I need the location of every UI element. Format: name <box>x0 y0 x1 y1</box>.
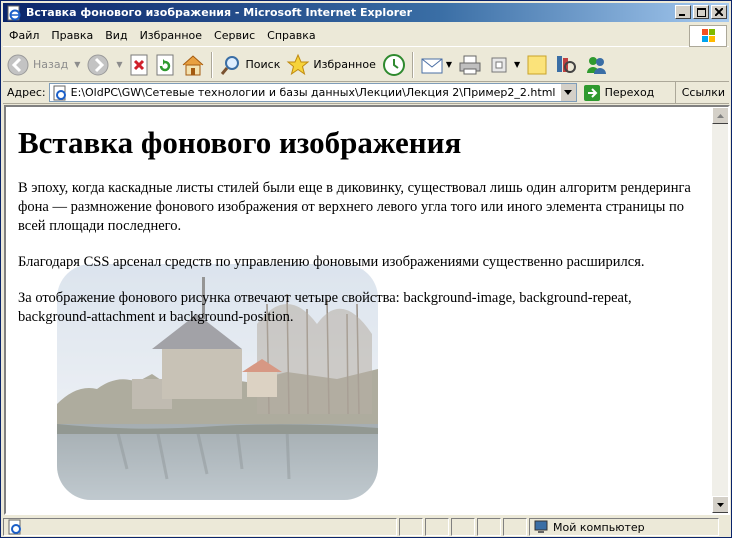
status-panel <box>425 518 449 536</box>
address-input[interactable]: E:\OldPC\GW\Сетевые технологии и базы да… <box>48 83 577 102</box>
zone-label: Мой компьютер <box>553 520 645 534</box>
maximize-button[interactable] <box>693 5 709 19</box>
go-button[interactable]: Переход <box>583 84 655 102</box>
address-label: Адрес: <box>7 86 46 99</box>
messenger-icon <box>587 56 607 74</box>
printer-icon <box>459 55 481 74</box>
refresh-icon <box>156 54 174 75</box>
ie-page-icon <box>6 5 22 21</box>
title-bar[interactable]: Вставка фонового изображения - Microsoft… <box>3 3 729 22</box>
windows-logo-icon <box>689 25 727 47</box>
forward-dropdown-icon[interactable]: ▼ <box>116 60 122 69</box>
print-button[interactable] <box>455 50 485 80</box>
back-dropdown-icon[interactable]: ▼ <box>74 60 80 69</box>
research-button[interactable] <box>551 50 581 80</box>
star-icon <box>286 53 310 75</box>
status-panel <box>477 518 501 536</box>
links-button[interactable]: Ссылки <box>674 82 725 104</box>
back-arrow-icon <box>7 54 29 75</box>
research-icon <box>557 55 577 73</box>
standard-toolbar: Назад ▼ ▼ Поиск Избранное ▼ ▼ <box>3 48 729 82</box>
edit-page-icon <box>491 57 507 72</box>
menu-view[interactable]: Вид <box>99 25 133 47</box>
computer-icon <box>534 520 548 533</box>
favorites-button[interactable]: Избранное <box>283 50 378 80</box>
stop-icon <box>130 54 148 75</box>
close-button[interactable] <box>711 5 727 19</box>
paragraph-3: За отображение фонового рисунка отвечают… <box>18 290 632 325</box>
history-button[interactable] <box>379 50 409 80</box>
toolbar-separator <box>411 51 414 78</box>
edit-dropdown-icon[interactable]: ▼ <box>514 60 520 69</box>
discuss-button[interactable] <box>523 50 551 80</box>
back-label: Назад <box>33 58 69 71</box>
status-message-panel <box>3 518 397 536</box>
go-label: Переход <box>604 86 655 99</box>
home-button[interactable] <box>178 50 208 80</box>
note-icon <box>527 55 547 74</box>
toolbar-separator <box>210 51 213 78</box>
page-viewport: Вставка фонового изображения В эпоху, ко… <box>6 107 711 513</box>
menu-file[interactable]: Файл <box>3 25 45 47</box>
search-icon <box>220 55 239 75</box>
forward-arrow-icon <box>87 54 109 75</box>
menu-edit[interactable]: Правка <box>45 25 99 47</box>
paragraph-2: Благодаря CSS арсенал средств по управле… <box>18 254 645 270</box>
menu-bar: Файл Правка Вид Избранное Сервис Справка <box>3 25 729 47</box>
go-arrow-icon <box>583 84 600 101</box>
minimize-button[interactable] <box>675 5 691 19</box>
page-heading: Вставка фонового изображения <box>18 125 462 160</box>
messenger-button[interactable] <box>581 50 611 80</box>
menu-tools[interactable]: Сервис <box>208 25 261 47</box>
paragraph-1: В эпоху, когда каскадные листы стилей бы… <box>18 180 691 234</box>
search-label: Поиск <box>245 58 281 71</box>
search-button[interactable]: Поиск <box>216 50 284 80</box>
mail-dropdown-icon[interactable]: ▼ <box>446 60 452 69</box>
mail-icon <box>421 58 443 73</box>
scroll-up-icon[interactable] <box>712 107 728 124</box>
favorites-label: Избранное <box>313 58 376 71</box>
history-icon <box>382 53 405 76</box>
stop-button[interactable] <box>126 50 152 80</box>
forward-button[interactable]: ▼ <box>83 50 125 80</box>
address-url: E:\OldPC\GW\Сетевые технологии и базы да… <box>70 86 556 99</box>
vertical-scrollbar[interactable] <box>711 107 728 513</box>
back-button[interactable]: Назад ▼ <box>3 50 83 80</box>
status-panel <box>399 518 423 536</box>
ie-status-icon <box>8 519 21 535</box>
content-frame: Вставка фонового изображения В эпоху, ко… <box>4 105 730 515</box>
page-body: Вставка фонового изображения В эпоху, ко… <box>18 107 698 327</box>
zone-panel: Мой компьютер <box>529 518 719 536</box>
edit-button[interactable]: ▼ <box>485 50 523 80</box>
status-bar: Мой компьютер <box>3 517 729 537</box>
mail-button[interactable]: ▼ <box>417 50 455 80</box>
home-icon <box>182 54 203 75</box>
page-icon <box>53 85 66 100</box>
scroll-down-icon[interactable] <box>712 496 728 513</box>
browser-window: Вставка фонового изображения - Microsoft… <box>0 0 732 538</box>
menu-help[interactable]: Справка <box>261 25 321 47</box>
address-dropdown-icon[interactable] <box>559 84 576 101</box>
status-panel <box>451 518 475 536</box>
window-title: Вставка фонового изображения - Microsoft… <box>26 6 413 19</box>
address-bar: Адрес: E:\OldPC\GW\Сетевые технологии и … <box>3 82 729 104</box>
menu-favorites[interactable]: Избранное <box>134 25 208 47</box>
refresh-button[interactable] <box>152 50 178 80</box>
status-panel <box>503 518 527 536</box>
